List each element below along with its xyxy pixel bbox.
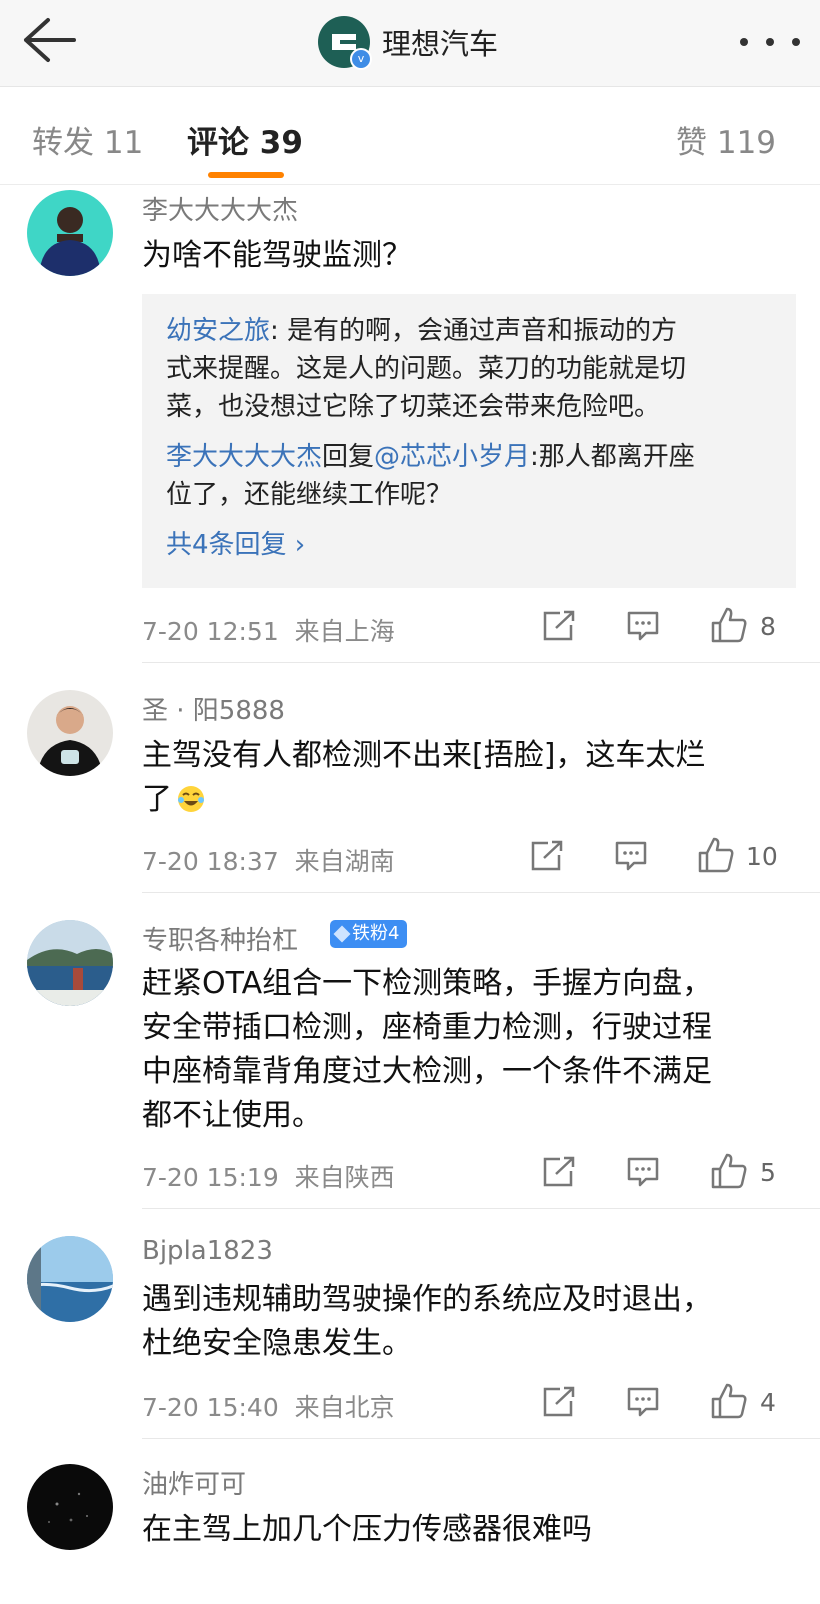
comment-time: 7-20 18:37 xyxy=(142,847,279,876)
comment-line: 中座椅靠背角度过大检测，一个条件不满足 xyxy=(142,1054,712,1089)
comment-meta: 7-20 15:19 来自陕西 xyxy=(142,1158,395,1194)
avatar[interactable] xyxy=(27,920,113,1006)
avatar[interactable] xyxy=(27,190,113,276)
avatar[interactable] xyxy=(27,1236,113,1322)
like-icon[interactable] xyxy=(710,1382,748,1424)
mention-link[interactable]: @芯芯小岁月 xyxy=(374,442,530,472)
dot xyxy=(740,38,748,46)
divider xyxy=(142,1208,820,1209)
account-header[interactable]: v 理想汽车 xyxy=(318,12,498,72)
reply-line: 式来提醒。这是人的问题。菜刀的功能就是切 xyxy=(166,354,687,384)
tab-likes[interactable]: 赞 119 xyxy=(676,117,776,162)
dot xyxy=(766,38,774,46)
account-name: 理想汽车 xyxy=(382,27,499,61)
username[interactable]: 李大大大大杰 xyxy=(142,190,298,227)
comment-line: 了 xyxy=(142,778,792,822)
avatar[interactable] xyxy=(27,690,113,776)
reply-username[interactable]: 李大大大大杰 xyxy=(166,442,322,472)
reply-verb: 回复 xyxy=(322,442,375,472)
active-tab-indicator xyxy=(208,172,284,178)
comment-line: 都不让使用。 xyxy=(142,1098,322,1133)
reply-username[interactable]: 幼安之旅 xyxy=(166,316,270,346)
comment-time: 7-20 15:40 xyxy=(142,1393,279,1422)
username[interactable]: 圣 · 阳5888 xyxy=(142,690,285,727)
comment-line-text: 了 xyxy=(142,782,172,817)
comment-line: 主驾没有人都检测不出来[捂脸]，这车太烂 xyxy=(142,738,706,773)
diamond-icon xyxy=(333,925,351,943)
like-icon[interactable] xyxy=(710,1152,748,1194)
comment-text: 赶紧OTA组合一下检测策略，手握方向盘， 安全带插口检测，座椅重力检测，行驶过程… xyxy=(142,962,792,1138)
comment-line: 安全带插口检测，座椅重力检测，行驶过程 xyxy=(142,1010,712,1045)
brand-avatar[interactable]: v xyxy=(318,16,372,70)
tab-bar: 转发 11 评论 39 赞 119 xyxy=(0,87,820,185)
reply-text: :那人都离开座 xyxy=(530,442,695,472)
reply-line: 菜，也没想过它除了切菜还会带来危险吧。 xyxy=(166,392,661,422)
view-all-replies-link[interactable]: 共4条回复 › xyxy=(166,526,776,564)
divider xyxy=(142,892,820,893)
comment-meta: 7-20 15:40 来自北京 xyxy=(142,1388,395,1424)
reply-line: 位了，还能继续工作呢？ xyxy=(166,480,453,510)
person-icon xyxy=(37,706,103,776)
comment-icon[interactable] xyxy=(626,1156,660,1192)
tab-comments[interactable]: 评论 39 xyxy=(187,117,303,162)
like-count: 5 xyxy=(760,1158,776,1187)
comment-location: 来自上海 xyxy=(294,617,395,646)
comment-location: 来自陕西 xyxy=(294,1163,395,1192)
comment-location: 来自北京 xyxy=(294,1393,395,1422)
more-icon[interactable] xyxy=(740,22,800,62)
comment-line: 杜绝安全隐患发生。 xyxy=(142,1326,412,1361)
tab-reposts[interactable]: 转发 11 xyxy=(32,117,143,162)
comment-icon[interactable] xyxy=(614,840,648,876)
like-icon[interactable] xyxy=(697,836,735,878)
comment-text: 为啥不能驾驶监测？ xyxy=(142,238,412,273)
username[interactable]: 油炸可可 xyxy=(142,1464,246,1501)
comment-line: 遇到违规辅助驾驶操作的系统应及时退出， xyxy=(142,1282,712,1317)
comment-line: 赶紧OTA组合一下检测策略，手握方向盘， xyxy=(142,966,713,1001)
comment-icon[interactable] xyxy=(626,1386,660,1422)
comment-icon[interactable] xyxy=(626,610,660,646)
username[interactable]: Bjpla1823 xyxy=(142,1236,273,1266)
comment-text: 在主驾上加几个压力传感器很难吗 xyxy=(142,1512,592,1547)
top-bar: v 理想汽车 xyxy=(0,0,820,87)
person-icon xyxy=(39,207,101,276)
like-count: 10 xyxy=(746,842,778,871)
photo-icon xyxy=(27,920,113,1006)
comment-location: 来自湖南 xyxy=(294,847,395,876)
username[interactable]: 专职各种抬杠 xyxy=(142,920,298,957)
share-icon[interactable] xyxy=(542,610,576,646)
photo-icon xyxy=(27,1236,113,1322)
share-icon[interactable] xyxy=(542,1386,576,1422)
divider xyxy=(142,1438,820,1439)
comment-time: 7-20 15:19 xyxy=(142,1163,279,1192)
like-count: 4 xyxy=(760,1388,776,1417)
reply-text: : 是有的啊，会通过声音和振动的方 xyxy=(270,316,678,346)
comment-text: 遇到违规辅助驾驶操作的系统应及时退出， 杜绝安全隐患发生。 xyxy=(142,1278,792,1366)
comment-text: 主驾没有人都检测不出来[捂脸]，这车太烂 了 xyxy=(142,734,792,822)
laugh-cry-emoji-icon xyxy=(176,783,206,813)
avatar[interactable] xyxy=(27,1464,113,1550)
dot xyxy=(792,38,800,46)
divider xyxy=(142,662,820,663)
comment-meta: 7-20 12:51 来自上海 xyxy=(142,612,395,648)
reply-line: 幼安之旅: 是有的啊，会通过声音和振动的方 xyxy=(166,312,776,350)
reply-box[interactable]: 幼安之旅: 是有的啊，会通过声音和振动的方 式来提醒。这是人的问题。菜刀的功能就… xyxy=(142,294,796,588)
share-icon[interactable] xyxy=(542,1156,576,1192)
verified-icon: v xyxy=(350,48,372,70)
reply-line: 李大大大大杰回复@芯芯小岁月:那人都离开座 xyxy=(166,438,776,476)
photo-icon xyxy=(48,1492,88,1523)
back-arrow-icon[interactable] xyxy=(18,16,78,64)
like-icon[interactable] xyxy=(710,606,748,648)
like-count: 8 xyxy=(760,612,776,641)
comment-meta: 7-20 18:37 来自湖南 xyxy=(142,842,395,878)
share-icon[interactable] xyxy=(530,840,564,876)
fan-level-badge[interactable]: 铁粉4 xyxy=(330,920,408,948)
comment-time: 7-20 12:51 xyxy=(142,617,279,646)
badge-label: 铁粉4 xyxy=(352,923,400,944)
